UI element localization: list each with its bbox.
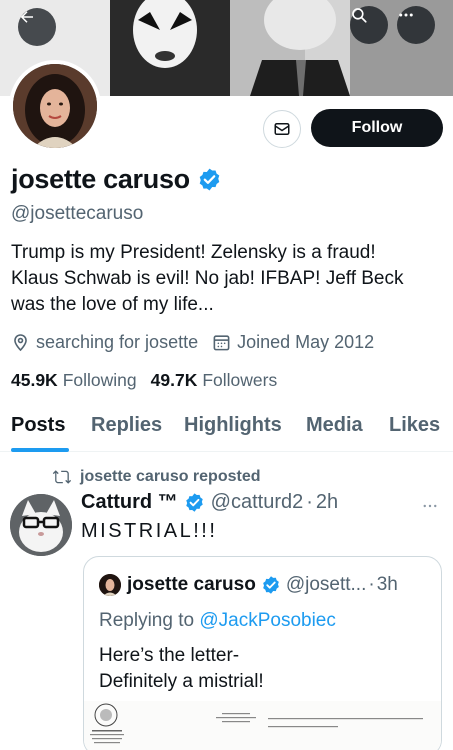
- post-author-name[interactable]: Catturd ™: [81, 491, 178, 514]
- quote-text-line: Here’s the letter-: [99, 645, 240, 666]
- profile-meta: searching for josette Joined May 2012: [11, 332, 388, 353]
- location: searching for josette: [11, 332, 198, 353]
- arrow-left-icon: [20, 11, 33, 23]
- back-button[interactable]: [18, 8, 56, 46]
- message-button[interactable]: [263, 110, 301, 148]
- replying-handle-link[interactable]: @JackPosobiec: [199, 610, 336, 631]
- join-date: Joined May 2012: [212, 332, 374, 353]
- more-button[interactable]: [397, 6, 435, 44]
- post-header: Catturd ™ @catturd2 · 2h: [81, 491, 338, 514]
- profile-tabs: Posts Replies Highlights Media Likes: [0, 400, 453, 452]
- location-text: searching for josette: [36, 332, 199, 352]
- followers-label: Followers: [202, 370, 278, 390]
- quote-text-line: Definitely a mistrial!: [99, 671, 264, 692]
- quote-text: Here’s the letter- Definitely a mistrial…: [99, 643, 264, 695]
- post-text: MISTRIAL!!!: [81, 520, 218, 542]
- replying-to: Replying to @JackPosobiec: [99, 610, 336, 632]
- following-label: Following: [62, 370, 137, 390]
- active-tab-indicator: [11, 448, 69, 452]
- quote-author-name: josette caruso: [127, 574, 256, 595]
- repost-icon: [52, 470, 72, 484]
- profile-bio: Trump is my President! Zelensky is a fra…: [11, 240, 446, 318]
- document-image-preview[interactable]: [84, 701, 441, 750]
- profile-name-row: josette caruso: [11, 164, 222, 195]
- followers-link[interactable]: 49.7K Followers: [151, 370, 278, 391]
- post-more-button[interactable]: [421, 497, 439, 520]
- bio-line: Trump is my President! Zelensky is a fra…: [11, 242, 376, 263]
- verified-badge-icon[interactable]: [184, 492, 205, 513]
- replying-prefix: Replying to: [99, 610, 200, 631]
- follow-stats: 45.9K Following 49.7K Followers: [11, 370, 291, 391]
- quote-header: josette caruso @josett... · 3h: [99, 574, 398, 596]
- tab-highlights[interactable]: Highlights: [184, 414, 282, 437]
- quote-author-avatar: [99, 574, 121, 596]
- profile-handle: @josettecaruso: [11, 203, 144, 224]
- follow-button[interactable]: Follow: [311, 109, 443, 147]
- repost-indicator[interactable]: josette caruso reposted: [52, 467, 261, 487]
- tab-media[interactable]: Media: [306, 414, 363, 437]
- tab-likes[interactable]: Likes: [389, 414, 440, 437]
- cat-avatar-image: [10, 494, 72, 556]
- post-time[interactable]: 2h: [316, 491, 338, 514]
- separator: ·: [306, 491, 313, 513]
- quoted-post[interactable]: josette caruso @josett... · 3h Replying …: [83, 556, 442, 750]
- mail-icon: [274, 123, 290, 135]
- avatar-image: [13, 64, 97, 148]
- following-link[interactable]: 45.9K Following: [11, 370, 137, 391]
- verified-badge-icon[interactable]: [197, 167, 222, 192]
- verified-badge-icon: [262, 576, 279, 594]
- repost-label: josette caruso reposted: [80, 468, 261, 485]
- document-image: [90, 703, 423, 744]
- bio-line: was the love of my life...: [11, 294, 214, 315]
- profile-name: josette caruso: [11, 164, 190, 194]
- tab-posts[interactable]: Posts: [11, 414, 65, 437]
- location-pin-icon: [14, 334, 27, 352]
- bio-line: Klaus Schwab is evil! No jab! IFBAP! Jef…: [11, 268, 404, 289]
- post-author-handle[interactable]: @catturd2: [211, 491, 304, 514]
- quote-time: 3h: [376, 574, 398, 595]
- avatar-image: [99, 574, 121, 596]
- profile-avatar[interactable]: [9, 60, 101, 152]
- more-horizontal-icon: [423, 504, 437, 508]
- followers-count: 49.7K: [150, 370, 198, 390]
- join-date-text: Joined May 2012: [237, 332, 375, 352]
- calendar-icon: [213, 335, 230, 351]
- search-icon: [352, 8, 367, 23]
- more-horizontal-icon: [399, 13, 413, 17]
- tab-replies[interactable]: Replies: [91, 414, 162, 437]
- search-button[interactable]: [350, 6, 388, 44]
- quote-author-handle: @josett...: [285, 574, 367, 595]
- separator: ·: [368, 574, 375, 595]
- post-author-avatar[interactable]: [10, 494, 72, 556]
- following-count: 45.9K: [11, 370, 58, 390]
